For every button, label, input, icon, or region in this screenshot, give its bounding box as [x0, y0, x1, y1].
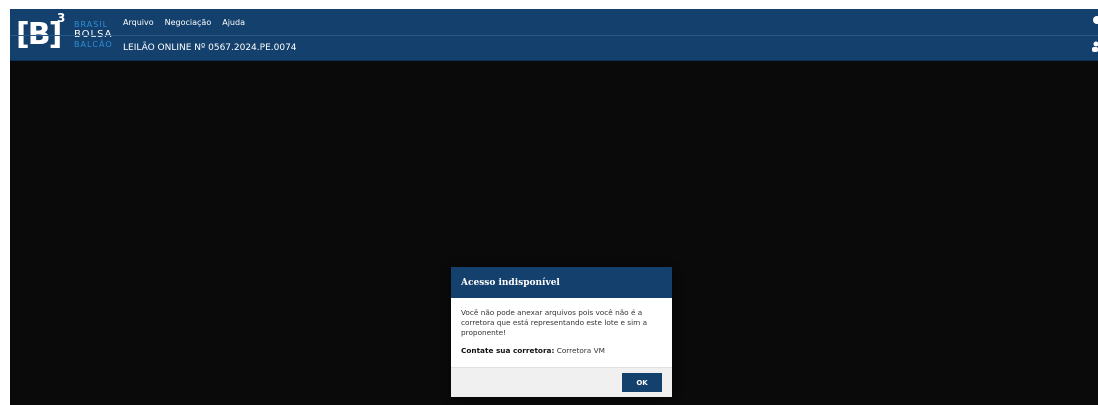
- ok-button[interactable]: OK: [622, 373, 662, 392]
- auction-title: LEILÃO ONLINE Nº 0567.2024.PE.0074: [123, 43, 297, 53]
- contact-value: Corretora VM: [556, 346, 605, 355]
- access-unavailable-dialog: Acesso indisponível Você não pode anexar…: [451, 267, 672, 397]
- top-bar: [B] 3 BRASIL BOLSA BALCÃO Arquivo Negoci…: [10, 9, 1098, 61]
- menu-item-arquivo[interactable]: Arquivo: [123, 16, 154, 30]
- dialog-footer: OK: [451, 367, 672, 397]
- dialog-header: Acesso indisponível: [451, 267, 672, 298]
- main-menu: Arquivo Negociação Ajuda: [123, 16, 245, 30]
- dialog-title: Acesso indisponível: [461, 277, 560, 288]
- dialog-body: Você não pode anexar arquivos pois você …: [451, 298, 672, 368]
- logo-superscript: 3: [57, 11, 66, 25]
- dialog-message: Você não pode anexar arquivos pois você …: [461, 308, 648, 337]
- topbar-divider: [10, 35, 1098, 36]
- menu-item-ajuda[interactable]: Ajuda: [222, 16, 245, 30]
- help-icon[interactable]: [1090, 15, 1098, 27]
- dialog-contact: Contate sua corretora: Corretora VM: [461, 346, 662, 355]
- user-icon[interactable]: [1090, 40, 1098, 52]
- logo-line-3: BALCÃO: [74, 40, 113, 49]
- app-window: [B] 3 BRASIL BOLSA BALCÃO Arquivo Negoci…: [10, 9, 1098, 405]
- contact-label: Contate sua corretora:: [461, 346, 555, 355]
- menu-item-negociacao[interactable]: Negociação: [165, 16, 212, 30]
